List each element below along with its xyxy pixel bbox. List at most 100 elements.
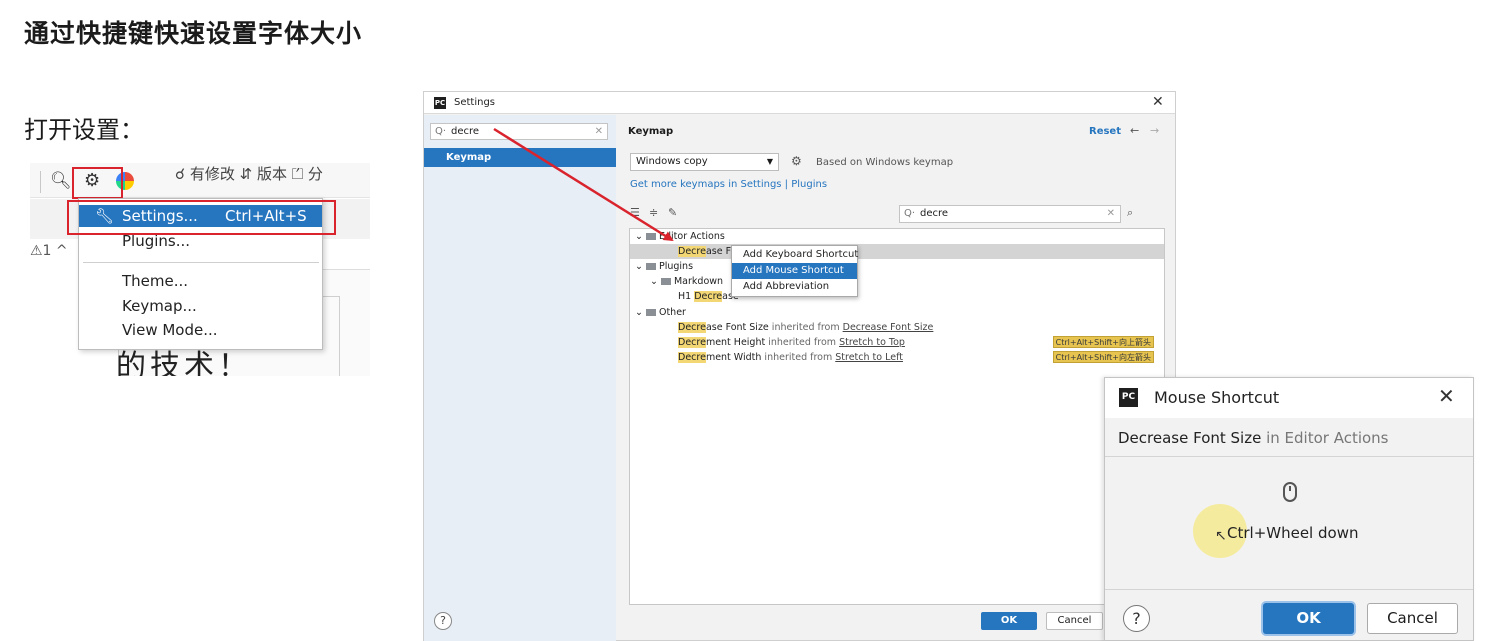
tree-node-label: Plugins bbox=[658, 261, 694, 272]
clear-icon[interactable]: ✕ bbox=[1107, 206, 1115, 222]
keymap-select-value: Windows copy bbox=[636, 156, 708, 167]
gear-highlight-box bbox=[72, 167, 123, 199]
tree-node-editor-actions[interactable]: ⌄ Editor Actions bbox=[630, 229, 1164, 244]
search-icon[interactable]: 🔍︎ bbox=[50, 171, 72, 191]
shortcut-badge: Ctrl+Alt+Shift+向左箭头 bbox=[1052, 351, 1154, 363]
tree-node-markdown[interactable]: ⌄ Markdown bbox=[630, 274, 1164, 289]
menu-divider bbox=[83, 262, 319, 263]
vcs-toolbar-text: ☌ 有修改 ⇵ 版本 ⏍ 分 bbox=[175, 165, 323, 183]
search-icon: Q· bbox=[435, 126, 447, 137]
tree-row-other-2[interactable]: Decrement Width inherited from Stretch t… bbox=[630, 350, 1164, 365]
tree-node-label: Markdown bbox=[673, 276, 724, 287]
collapse-all-icon[interactable]: ≑ bbox=[649, 206, 658, 219]
tree-node-other[interactable]: ⌄ Other bbox=[630, 305, 1164, 320]
chevron-down-icon: ▼ bbox=[766, 157, 773, 166]
tree-row-markdown-decrease[interactable]: H1 Decrease bbox=[630, 289, 1164, 304]
back-arrow-icon[interactable]: ← bbox=[1130, 124, 1139, 137]
settings-search-input[interactable]: Q· decre ✕ bbox=[430, 123, 608, 140]
match-highlight: Decre bbox=[678, 352, 706, 363]
divider bbox=[1105, 456, 1473, 457]
pycharm-icon: PC bbox=[1119, 388, 1138, 407]
close-icon[interactable]: ✕ bbox=[1438, 384, 1455, 408]
context-menu: Add Keyboard Shortcut Add Mouse Shortcut… bbox=[731, 245, 858, 297]
slide-subtitle: 打开设置： bbox=[24, 116, 144, 144]
panel-title: Keymap bbox=[628, 126, 674, 137]
action-name: Decrease Font Size bbox=[1118, 429, 1262, 447]
help-button[interactable]: ? bbox=[1123, 605, 1150, 632]
clear-icon[interactable]: ✕ bbox=[595, 124, 603, 139]
slide-title: 通过快捷键快速设置字体大小 bbox=[24, 19, 363, 48]
gear-icon[interactable]: ⚙ bbox=[791, 154, 802, 168]
find-shortcut-icon[interactable]: ⌕ bbox=[1127, 206, 1133, 220]
search-icon: Q· bbox=[904, 208, 916, 219]
inherited-text: inherited from bbox=[761, 352, 836, 363]
cancel-button[interactable]: Cancel bbox=[1046, 612, 1103, 630]
inherited-link[interactable]: Stretch to Top bbox=[839, 337, 905, 348]
folder-icon bbox=[645, 263, 656, 270]
menu-item-keymap[interactable]: Keymap... bbox=[79, 295, 322, 317]
close-icon[interactable]: ✕ bbox=[1152, 94, 1164, 110]
chevron-down-icon: ⌄ bbox=[635, 261, 646, 272]
warning-indicator[interactable]: ⚠1 ^ bbox=[30, 243, 68, 259]
dialog-titlebar: PC Mouse Shortcut ✕ bbox=[1105, 378, 1473, 418]
ok-button[interactable]: OK bbox=[981, 612, 1037, 630]
cancel-button[interactable]: Cancel bbox=[1367, 603, 1458, 634]
settings-highlight-box bbox=[67, 200, 336, 235]
settings-title: Settings bbox=[454, 97, 496, 108]
menu-item-add-keyboard-shortcut[interactable]: Add Keyboard Shortcut bbox=[732, 247, 858, 263]
menu-item-add-mouse-shortcut[interactable]: Add Mouse Shortcut bbox=[732, 263, 857, 279]
reset-link[interactable]: Reset bbox=[1089, 126, 1121, 137]
action-context: in Editor Actions bbox=[1261, 429, 1389, 447]
cursor-icon: ↖ bbox=[1215, 528, 1227, 544]
tree-row-label: ment Width bbox=[705, 352, 762, 363]
inherited-text: inherited from bbox=[765, 337, 840, 348]
menu-item-view-mode[interactable]: View Mode... bbox=[79, 319, 322, 341]
settings-search-value: decre bbox=[451, 126, 480, 137]
keymap-select[interactable]: Windows copy ▼ bbox=[630, 153, 779, 171]
toolbar-divider bbox=[40, 171, 41, 193]
divider bbox=[1105, 589, 1473, 590]
tree-row-decrease-font[interactable]: Decrease Fo bbox=[630, 244, 1164, 259]
inherited-link[interactable]: Decrease Font Size bbox=[843, 322, 934, 333]
ok-button[interactable]: OK bbox=[1263, 603, 1354, 634]
get-more-keymaps-link[interactable]: Get more keymaps in Settings | Plugins bbox=[630, 179, 827, 190]
sidebar-item-keymap[interactable]: Keymap bbox=[424, 148, 616, 167]
mouse-shortcut-dialog: PC Mouse Shortcut ✕ Decrease Font Size i… bbox=[1104, 377, 1474, 641]
menu-item-theme[interactable]: Theme... bbox=[79, 270, 322, 292]
action-search-value: decre bbox=[920, 208, 949, 219]
expand-all-icon[interactable]: ☰ bbox=[630, 206, 640, 219]
inherited-text: inherited from bbox=[768, 322, 843, 333]
mouse-shortcut-value[interactable]: Ctrl+Wheel down bbox=[1227, 524, 1358, 542]
tree-row-other-0[interactable]: Decrease Font Size inherited from Decrea… bbox=[630, 320, 1164, 335]
pycharm-icon: PC bbox=[434, 97, 446, 109]
tree-node-plugins[interactable]: ⌄ Plugins bbox=[630, 259, 1164, 274]
keymap-panel: Keymap Reset ← → Windows copy ▼ ⚙ Based … bbox=[617, 115, 1175, 641]
shortcut-badge: Ctrl+Alt+Shift+向上箭头 bbox=[1052, 336, 1154, 348]
folder-icon bbox=[645, 233, 656, 240]
keymap-tree: ⌄ Editor Actions Decrease Fo ⌄ Plugins ⌄… bbox=[629, 228, 1165, 605]
match-highlight: Decre bbox=[678, 246, 706, 257]
tree-node-label: Editor Actions bbox=[658, 231, 725, 242]
folder-icon bbox=[660, 278, 671, 285]
action-search-input[interactable]: Q· decre ✕ bbox=[899, 205, 1121, 223]
settings-dialog: PC Settings ✕ Q· decre ✕ Keymap ? Keymap… bbox=[423, 91, 1176, 641]
match-highlight: Decre bbox=[694, 291, 723, 302]
chevron-down-icon: ⌄ bbox=[650, 276, 661, 287]
tree-row-other-1[interactable]: Decrement Height inherited from Stretch … bbox=[630, 335, 1164, 350]
tree-row-label: ase Font Size bbox=[705, 322, 769, 333]
dialog-title: Mouse Shortcut bbox=[1154, 388, 1280, 407]
match-highlight: Decre bbox=[678, 322, 706, 333]
heading-icon: H1 bbox=[678, 291, 695, 302]
tree-row-label: ment Height bbox=[705, 337, 766, 348]
inherited-link[interactable]: Stretch to Left bbox=[835, 352, 903, 363]
edit-icon[interactable]: ✎ bbox=[668, 206, 677, 219]
menu-item-add-abbreviation[interactable]: Add Abbreviation bbox=[732, 279, 857, 295]
action-description: Decrease Font Size in Editor Actions bbox=[1118, 429, 1389, 447]
forward-arrow-icon[interactable]: → bbox=[1150, 124, 1159, 137]
chevron-down-icon: ⌄ bbox=[635, 231, 646, 242]
match-highlight: Decre bbox=[678, 337, 706, 348]
folder-icon bbox=[645, 309, 656, 316]
settings-titlebar: PC Settings ✕ bbox=[424, 92, 1175, 114]
help-button[interactable]: ? bbox=[434, 612, 452, 630]
settings-sidebar: Q· decre ✕ Keymap ? bbox=[424, 115, 616, 641]
